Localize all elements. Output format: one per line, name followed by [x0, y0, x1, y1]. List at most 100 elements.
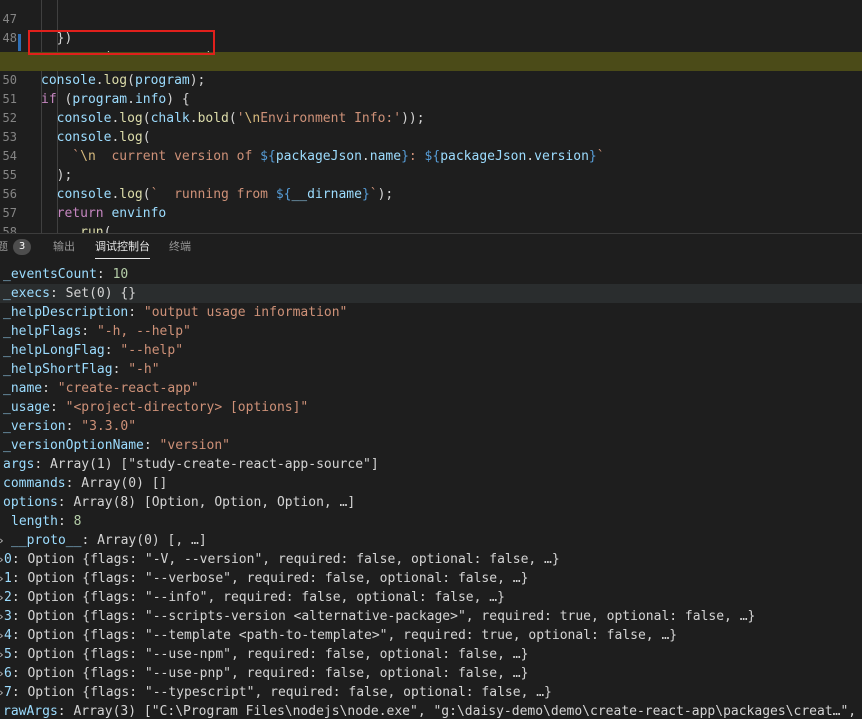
code-editor[interactable]: 47 }) 48 .parse(process.argv); 49 consol… [0, 0, 862, 233]
variable-value: Option {flags: "--info", required: false… [27, 590, 505, 605]
variable-value: "create-react-app" [57, 381, 199, 396]
separator: : [11, 552, 28, 567]
console-variable-row[interactable]: _helpFlags: "-h, --help" [0, 322, 862, 341]
separator: : [65, 476, 82, 491]
variable-value: Array(0) [, …] [97, 533, 207, 548]
variable-name: _name: "create-react-app" [3, 381, 199, 396]
console-variable-row[interactable]: _helpDescription: "output usage informat… [0, 303, 862, 322]
variable-value: "<project-directory> [options]" [65, 400, 309, 415]
variable-value: "-h, --help" [96, 324, 191, 339]
variable-value: "output usage information" [143, 305, 348, 320]
console-variable-row[interactable]: commands: Array(0) [] [0, 474, 862, 493]
variable-value: Array(0) [] [81, 476, 168, 491]
tab-terminal[interactable]: 终端 [169, 234, 191, 260]
console-variable-row[interactable]: _name: "create-react-app" [0, 379, 862, 398]
separator: : [128, 305, 144, 320]
variable-name: _helpLongFlag: "--help" [3, 343, 184, 358]
code-line-56[interactable]: 56 return envinfo [0, 166, 862, 221]
separator: : [11, 571, 28, 586]
variable-name: length: 8 [11, 514, 82, 529]
console-variable-row[interactable]: ›2: Option {flags: "--info", required: f… [0, 588, 862, 607]
tab-label: 输出 [53, 240, 75, 253]
separator: : [11, 628, 28, 643]
variable-value: Option {flags: "-V, --version", required… [27, 552, 560, 567]
variable-name: commands: Array(0) [] [3, 476, 168, 491]
variable-value: Option {flags: "--use-npm", required: fa… [27, 647, 529, 662]
variable-name: 5: Option {flags: "--use-npm", required:… [4, 647, 529, 662]
console-variable-row[interactable]: args: Array(1) ["study-create-react-app-… [0, 455, 862, 474]
tab-label: 终端 [169, 240, 191, 253]
line-number: 58 [2, 225, 17, 233]
variable-value: "--help" [120, 343, 184, 358]
code-line-58[interactable]: 58 { [0, 204, 862, 233]
separator: : [57, 704, 74, 719]
variable-name: _usage: "<project-directory> [options]" [3, 400, 309, 415]
variable-name: 3: Option {flags: "--scripts-version <al… [4, 609, 756, 624]
console-variable-row[interactable]: length: 8 [0, 512, 862, 531]
console-variable-row[interactable]: ›5: Option {flags: "--use-npm", required… [0, 645, 862, 664]
variable-value: Option {flags: "--typescript", required:… [27, 685, 552, 700]
console-variable-row[interactable]: _usage: "<project-directory> [options]" [0, 398, 862, 417]
console-variable-row[interactable]: _eventsCount: 10 [0, 265, 862, 284]
variable-value: Array(8) [Option, Option, Option, …] [73, 495, 356, 510]
debug-console-output[interactable]: _eventsCount: 10 _execs: Set(0) {} _helpDe… [0, 260, 862, 719]
console-variable-row[interactable]: _helpShortFlag: "-h" [0, 360, 862, 379]
separator: : [57, 514, 74, 529]
variable-value: Array(3) ["C:\Program Files\nodejs\node.… [73, 704, 862, 719]
chevron-right-icon[interactable]: › [0, 531, 5, 550]
console-variable-row[interactable]: ›6: Option {flags: "--use-pnp", required… [0, 664, 862, 683]
console-variable-row[interactable]: _versionOptionName: "version" [0, 436, 862, 455]
tab-problems[interactable]: 题 3 [0, 234, 36, 260]
separator: : [11, 590, 28, 605]
console-variable-row[interactable]: › __proto__: Array(0) [, …] [0, 531, 862, 550]
variable-value: 8 [73, 514, 82, 529]
code-line-51[interactable]: 51 console.log(chalk.bold('\nEnvironment… [0, 71, 862, 126]
code-line-53[interactable]: 53 `\n current version of ${packageJson.… [0, 109, 862, 164]
code-line-47[interactable]: 47 }) [0, 0, 862, 46]
console-variable-row[interactable]: _version: "3.3.0" [0, 417, 862, 436]
variable-name: 4: Option {flags: "--template <path-to-t… [4, 628, 678, 643]
variable-value: "-h" [128, 362, 160, 377]
code-line-54[interactable]: 54 ); [0, 128, 862, 183]
variable-name: _helpFlags: "-h, --help" [3, 324, 191, 339]
separator: : [104, 343, 121, 358]
code-line-57[interactable]: 57 .run( [0, 185, 862, 233]
variable-value: "3.3.0" [81, 419, 137, 434]
tab-label: 调试控制台 [95, 240, 150, 253]
console-variable-row[interactable]: _execs: Set(0) {} [0, 284, 862, 303]
variable-name: _execs: Set(0) {} [3, 286, 137, 301]
variable-value: Option {flags: "--verbose", required: fa… [27, 571, 529, 586]
console-variable-row[interactable]: ›1: Option {flags: "--verbose", required… [0, 569, 862, 588]
separator: : [42, 381, 58, 396]
variable-value: Option {flags: "--scripts-version <alter… [27, 609, 756, 624]
separator: : [112, 362, 129, 377]
code-line-48[interactable]: 48 .parse(process.argv); [0, 10, 862, 65]
console-variable-row[interactable]: ›3: Option {flags: "--scripts-version <a… [0, 607, 862, 626]
console-variable-row[interactable]: ›4: Option {flags: "--template <path-to-… [0, 626, 862, 645]
variable-name: _helpDescription: "output usage informat… [3, 305, 348, 320]
separator: : [11, 685, 28, 700]
console-variable-row[interactable]: ›7: Option {flags: "--typescript", requi… [0, 683, 862, 702]
separator: : [65, 419, 82, 434]
code-line-52[interactable]: 52 console.log( [0, 90, 862, 145]
tab-output[interactable]: 输出 [53, 234, 75, 260]
console-variable-row[interactable]: rawArgs: Array(3) ["C:\Program Files\nod… [0, 702, 862, 719]
variable-name: __proto__: Array(0) [, …] [11, 533, 207, 548]
console-variable-row[interactable]: ›0: Option {flags: "-V, --version", requ… [0, 550, 862, 569]
code-line-55[interactable]: 55 console.log(` running from ${__dirnam… [0, 147, 862, 202]
variable-value: Set(0) {} [65, 286, 137, 301]
separator: : [49, 400, 66, 415]
variable-name: 0: Option {flags: "-V, --version", requi… [4, 552, 560, 567]
separator: : [96, 267, 113, 282]
problems-count-badge: 3 [13, 239, 31, 255]
separator: : [57, 495, 74, 510]
variable-value: Array(1) ["study-create-react-app-source… [49, 457, 379, 472]
tab-label: 题 [0, 240, 8, 253]
console-variable-row[interactable]: options: Array(8) [Option, Option, Optio… [0, 493, 862, 512]
variable-name: _versionOptionName: "version" [3, 438, 230, 453]
variable-value: "version" [159, 438, 230, 453]
console-variable-row[interactable]: _helpLongFlag: "--help" [0, 341, 862, 360]
tab-debug-console[interactable]: 调试控制台 [95, 234, 150, 260]
variable-name: args: Array(1) ["study-create-react-app-… [3, 457, 379, 472]
variable-value: 10 [112, 267, 129, 282]
